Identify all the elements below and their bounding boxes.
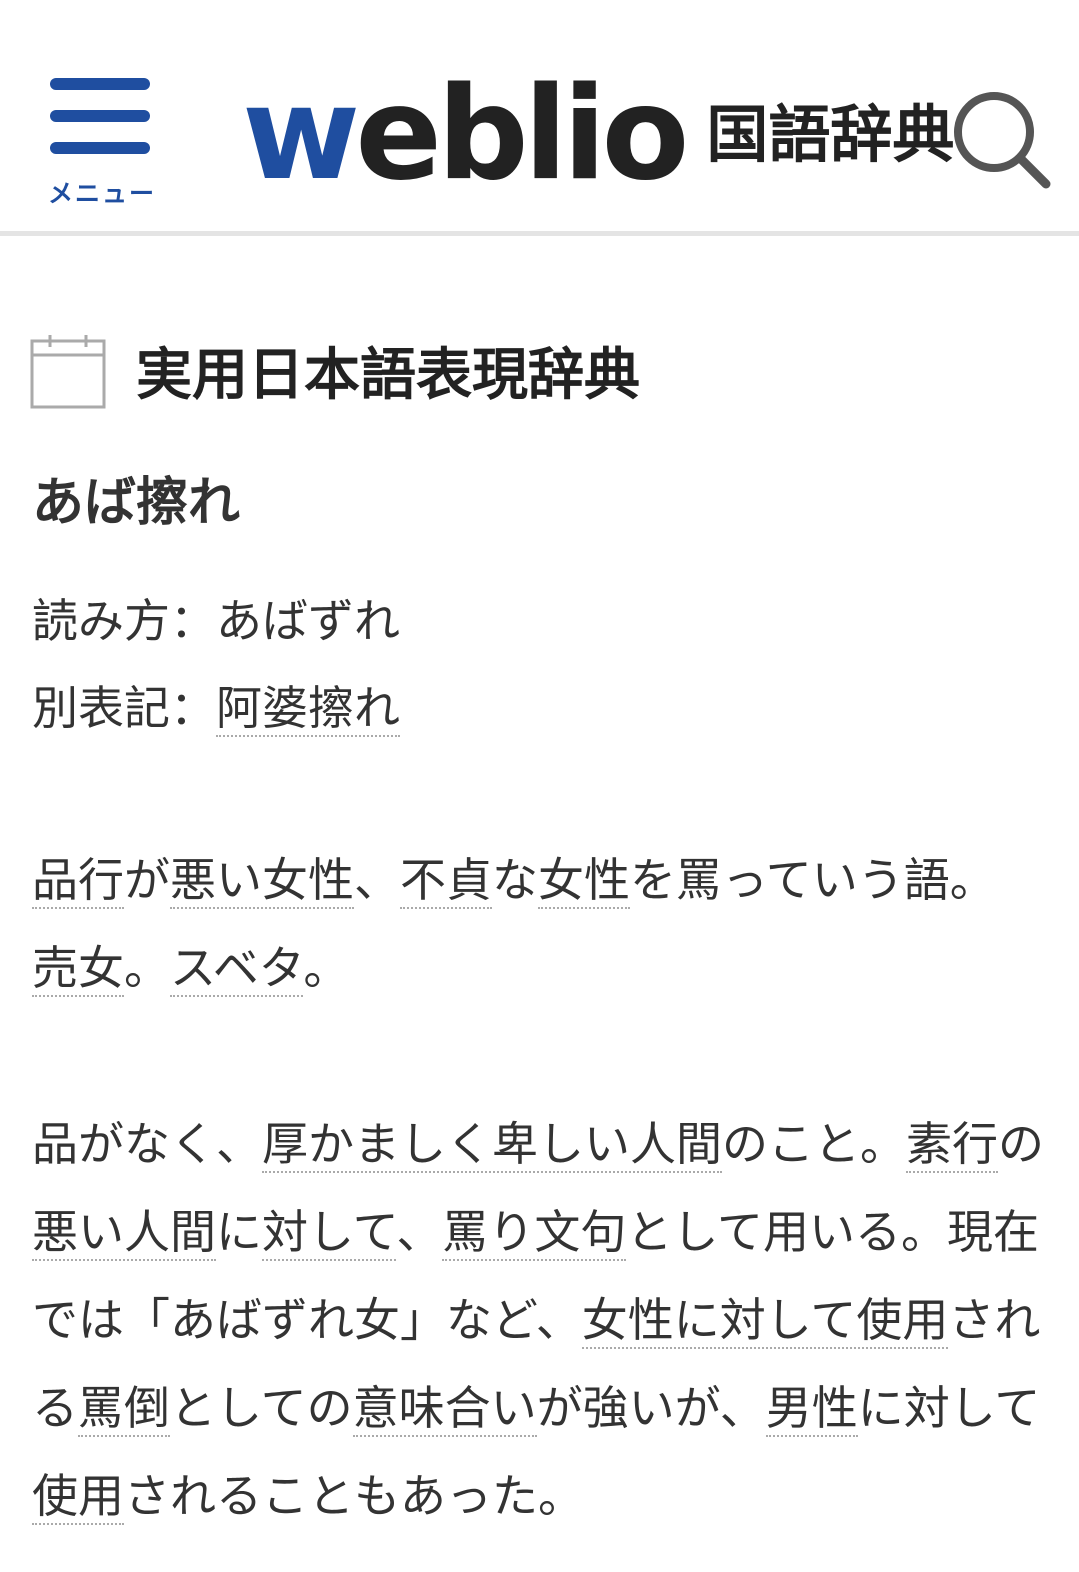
word-link[interactable]: 罵倒: [78, 1381, 170, 1437]
text: 、: [354, 853, 400, 907]
search-button[interactable]: [950, 88, 1054, 192]
text: を罵っていう語。: [630, 853, 996, 907]
weblio-logo[interactable]: w eblio 国語辞典: [242, 60, 954, 210]
calendar-icon: [30, 334, 106, 408]
word-link[interactable]: 売女: [32, 941, 124, 997]
entry-term: あば擦れ: [32, 473, 241, 533]
word-link[interactable]: 罵り文句: [442, 1205, 627, 1261]
dictionary-section-header: 実用日本語表現辞典: [30, 330, 640, 411]
text: のこと。: [722, 1117, 906, 1171]
reading-value: あばずれ: [216, 594, 400, 648]
word-link[interactable]: 使用: [32, 1469, 124, 1525]
dictionary-name: 実用日本語表現辞典: [136, 343, 640, 408]
search-icon: [954, 92, 1051, 189]
word-link[interactable]: 素行: [906, 1117, 998, 1173]
definition-paragraph-1: 品行が悪い女性、不貞な女性を罵っていう語。 売女。スベタ。: [32, 836, 1052, 1012]
word-link[interactable]: 悪い人間: [32, 1205, 216, 1261]
text: に対して: [857, 1381, 1041, 1435]
word-link[interactable]: スベタ: [170, 941, 304, 997]
text: されることもあった。: [124, 1469, 584, 1523]
reading-label: 読み方：: [32, 594, 216, 648]
alt-label: 別表記：: [32, 681, 216, 735]
alt-notation-row: 別表記：阿婆擦れ: [32, 672, 400, 738]
logo-w: w: [242, 60, 360, 209]
word-link[interactable]: 女性に対して使用: [581, 1293, 949, 1349]
menu-icon-bar: [50, 78, 150, 90]
text: 品がなく、: [32, 1117, 262, 1171]
logo-subtitle: 国語辞典: [706, 98, 955, 171]
alt-notation-link[interactable]: 阿婆擦れ: [216, 681, 400, 737]
logo-rest: eblio: [355, 60, 689, 209]
site-header: メニュー w eblio 国語辞典: [0, 0, 1079, 236]
word-link[interactable]: 品行: [32, 853, 124, 909]
word-link[interactable]: 女性: [538, 853, 630, 909]
menu-label: メニュー: [47, 179, 156, 208]
text: な: [492, 853, 538, 907]
word-link[interactable]: 厚かましく卑しい人間: [262, 1117, 722, 1173]
menu-icon-bar: [50, 142, 150, 154]
word-link[interactable]: 対して: [262, 1205, 397, 1261]
text: の: [998, 1117, 1044, 1171]
text: としての: [170, 1381, 353, 1435]
word-link[interactable]: 男性: [765, 1381, 858, 1437]
text: 。: [124, 941, 170, 995]
word-link[interactable]: 不貞: [400, 853, 492, 909]
menu-icon-bar: [50, 110, 150, 122]
text: 。: [303, 941, 350, 995]
word-link[interactable]: 意味合い: [352, 1381, 537, 1437]
text: が強いが、: [536, 1381, 766, 1435]
word-link[interactable]: 悪い女性: [170, 853, 354, 909]
menu-button[interactable]: メニュー: [46, 78, 158, 208]
reading-row: 読み方：あばずれ: [32, 585, 400, 651]
definition-paragraph-2: 品がなく、厚かましく卑しい人間のこと。素行の悪い人間に対して、罵り文句として用い…: [32, 1100, 1052, 1540]
text: 、: [396, 1205, 443, 1259]
text: に: [216, 1205, 262, 1259]
text: が: [124, 853, 170, 907]
